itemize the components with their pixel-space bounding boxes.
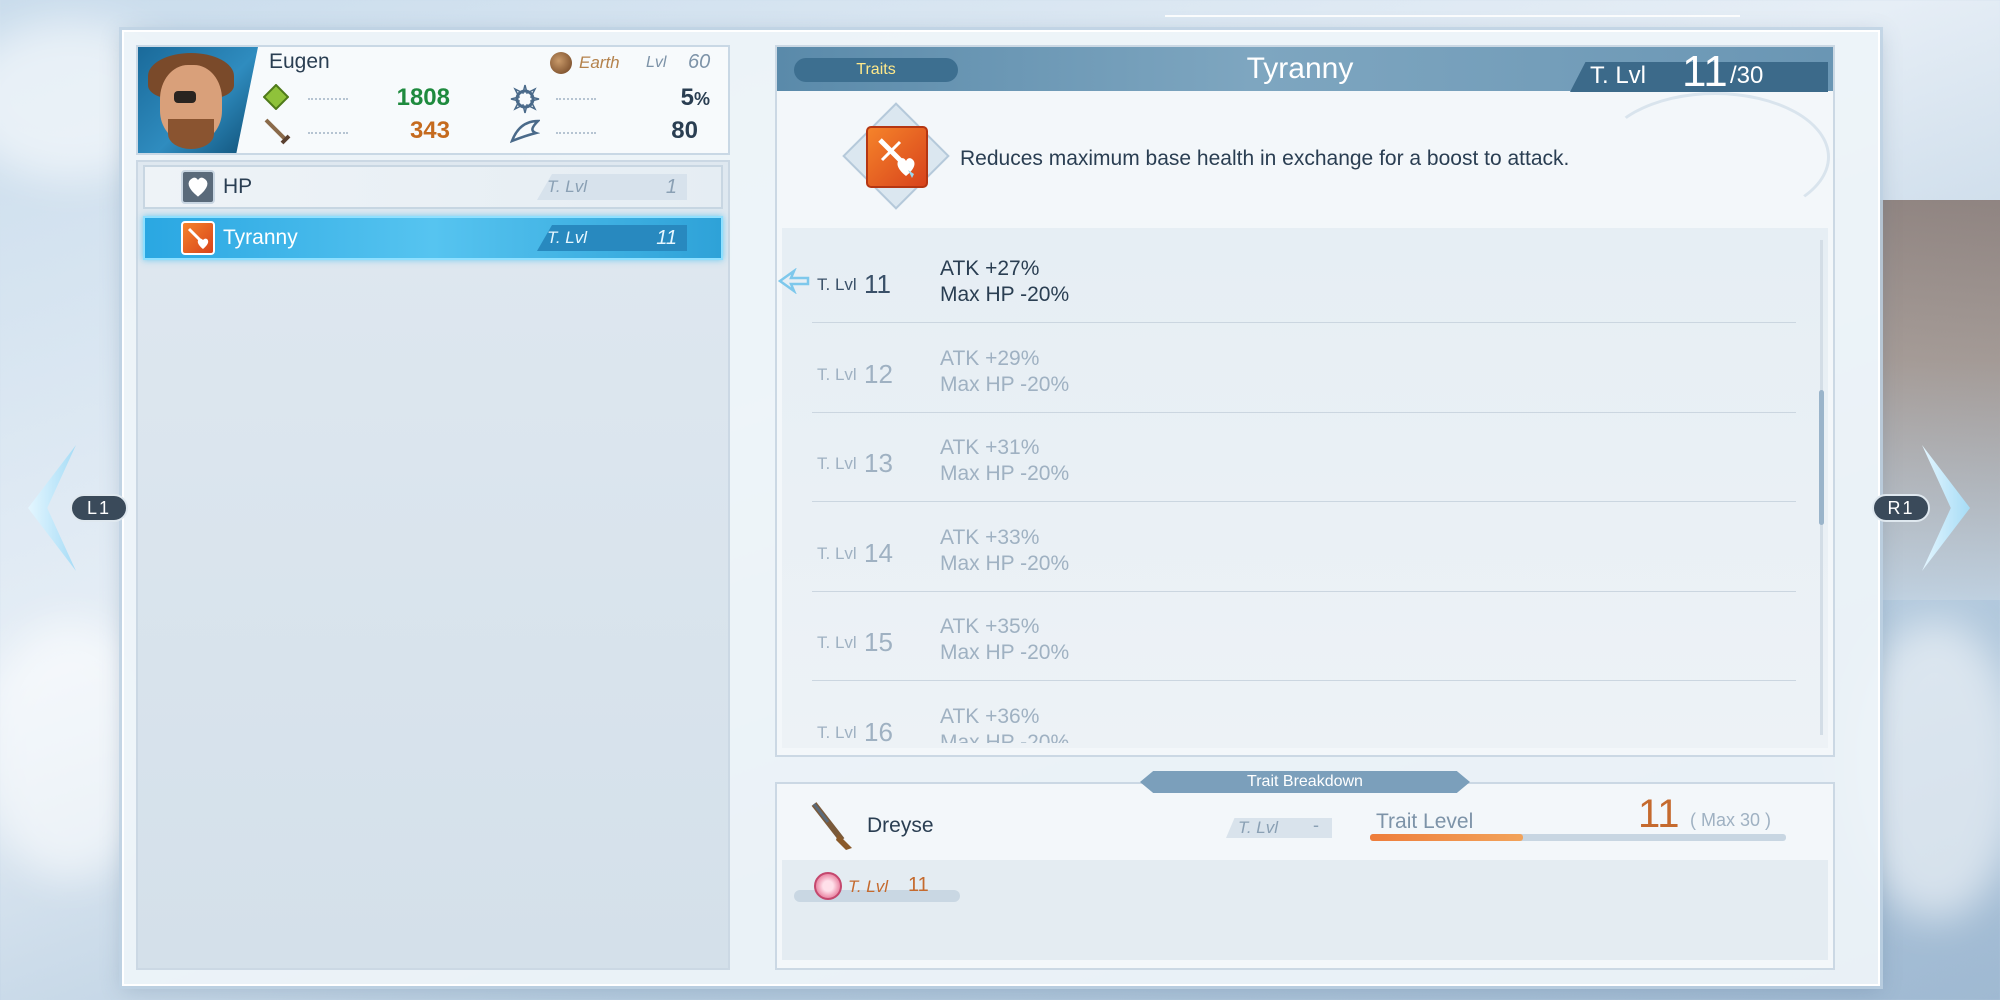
decorative-swirl [1600, 92, 1830, 222]
wing-icon [509, 117, 542, 150]
level-separator [812, 591, 1796, 592]
level-separator [812, 322, 1796, 323]
level-effect-hp: Max HP -20% [940, 373, 1070, 396]
level-effect-hp: Max HP -20% [940, 731, 1070, 743]
trait-title: Tyranny [1246, 52, 1354, 85]
level-separator [812, 680, 1796, 681]
level-row: T. Lvl 13 ATK +31% Max HP -20% [812, 414, 1796, 502]
trait-level-bar-fill [1370, 834, 1523, 841]
trait-tlvl-label: T. Lvl [547, 177, 588, 196]
level-row-clip: T. Lvl 16 ATK +36% Max HP -20% [812, 683, 1796, 743]
level-number: 16 [864, 717, 893, 743]
level-effect-atk: ATK +27% [940, 257, 1040, 280]
trait-list-item-hp[interactable]: HP T. Lvl 1 [143, 165, 723, 209]
level-row: T. Lvl 12 ATK +29% Max HP -20% [812, 325, 1796, 413]
level-row: T. Lvl 15 ATK +35% Max HP -20% [812, 593, 1796, 681]
source-tlvl-label: T. Lvl [848, 877, 889, 896]
level-effect-hp: Max HP -20% [940, 552, 1070, 575]
trait-list-panel [136, 160, 730, 970]
level-effect-hp: Max HP -20% [940, 641, 1070, 664]
weapon-tlvl-value: - [1313, 815, 1319, 835]
level-label: T. Lvl [817, 275, 857, 294]
trait-level-label: Trait Level [1376, 810, 1474, 833]
level-separator [812, 412, 1796, 413]
sword-heart-icon [181, 221, 215, 255]
stat-dots [308, 98, 348, 100]
trait-list-item-tyranny[interactable]: Tyranny T. Lvl 11 [143, 216, 723, 260]
level-effect-atk: ATK +33% [940, 526, 1040, 549]
stat-dots [556, 98, 596, 100]
trait-tlvl-value: 11 [656, 226, 677, 249]
trait-tlvl-tag: T. Lvl 11 [537, 225, 687, 251]
breakdown-sources-area [782, 860, 1828, 960]
earth-element-icon [550, 52, 572, 74]
hp-stat-value: 1808 [396, 84, 450, 111]
current-level-cursor-icon [777, 267, 810, 301]
header-tlvl-label: T. Lvl [1590, 62, 1647, 89]
previous-character-arrow-icon[interactable] [28, 445, 76, 571]
background-line [1165, 15, 1740, 17]
trait-tlvl-label: T. Lvl [547, 228, 588, 247]
trait-tlvl-value: 1 [665, 175, 677, 198]
level-effect-atk: ATK +29% [940, 347, 1040, 370]
level-label: T. Lvl [817, 723, 857, 742]
stat-dots [556, 132, 596, 134]
heart-icon [181, 170, 215, 204]
header-tlvl-current: 11 [1682, 47, 1728, 96]
traits-tab[interactable]: Traits [794, 58, 958, 82]
character-element: Earth [579, 53, 620, 72]
level-row-current: T. Lvl 11 ATK +27% Max HP -20% [812, 235, 1796, 323]
attack-stat-value: 343 [409, 117, 450, 144]
crit-rate-value: 5% [680, 84, 710, 111]
level-label: T. Lvl [817, 454, 857, 473]
source-tlvl-value: 11 [908, 874, 929, 896]
trait-name: HP [223, 175, 253, 198]
stun-power-value: 80 [671, 117, 698, 144]
level-label: T. Lvl [817, 365, 857, 384]
level-effect-atk: ATK +35% [940, 615, 1040, 638]
weapon-name: Dreyse [867, 814, 934, 837]
character-level: 60 [688, 51, 711, 73]
level-number: 12 [864, 359, 893, 389]
weapon-tlvl-label: T. Lvl [1238, 818, 1279, 837]
level-row: T. Lvl 14 ATK +33% Max HP -20% [812, 504, 1796, 592]
level-number: 15 [864, 627, 893, 657]
level-number: 14 [864, 538, 893, 568]
level-number: 11 [864, 269, 891, 299]
trait-tlvl-tag: T. Lvl 1 [537, 174, 687, 200]
header-tlvl-max: /30 [1730, 62, 1764, 89]
trait-breakdown-title: Trait Breakdown [1140, 771, 1470, 793]
rifle-icon [808, 800, 856, 852]
level-label: T. Lvl [817, 633, 857, 652]
character-level-label: Lvl [646, 54, 667, 71]
level-effect-hp: Max HP -20% [940, 283, 1070, 306]
character-name: Eugen [269, 50, 330, 73]
level-effect-atk: ATK +31% [940, 436, 1040, 459]
levels-scrollbar-thumb[interactable] [1819, 390, 1824, 525]
sword-icon [262, 116, 292, 151]
burst-icon [510, 84, 540, 119]
level-label: T. Lvl [817, 544, 857, 563]
trait-level-max: ( Max 30 ) [1690, 810, 1772, 830]
level-number: 13 [864, 448, 893, 478]
trait-name: Tyranny [223, 226, 298, 249]
l1-button[interactable]: L1 [70, 494, 128, 522]
level-effect-hp: Max HP -20% [940, 462, 1070, 485]
sword-heart-icon [866, 126, 928, 188]
trait-level-value: 11 [1638, 792, 1680, 836]
level-row: T. Lvl 16 ATK +36% Max HP -20% [812, 683, 1796, 743]
green-diamond-icon [262, 83, 290, 115]
level-separator [812, 501, 1796, 502]
stat-dots [308, 132, 348, 134]
flower-badge-icon [814, 872, 842, 900]
trait-description: Reduces maximum base health in exchange … [960, 147, 1570, 170]
level-effect-atk: ATK +36% [940, 705, 1040, 728]
r1-button[interactable]: R1 [1872, 494, 1930, 522]
